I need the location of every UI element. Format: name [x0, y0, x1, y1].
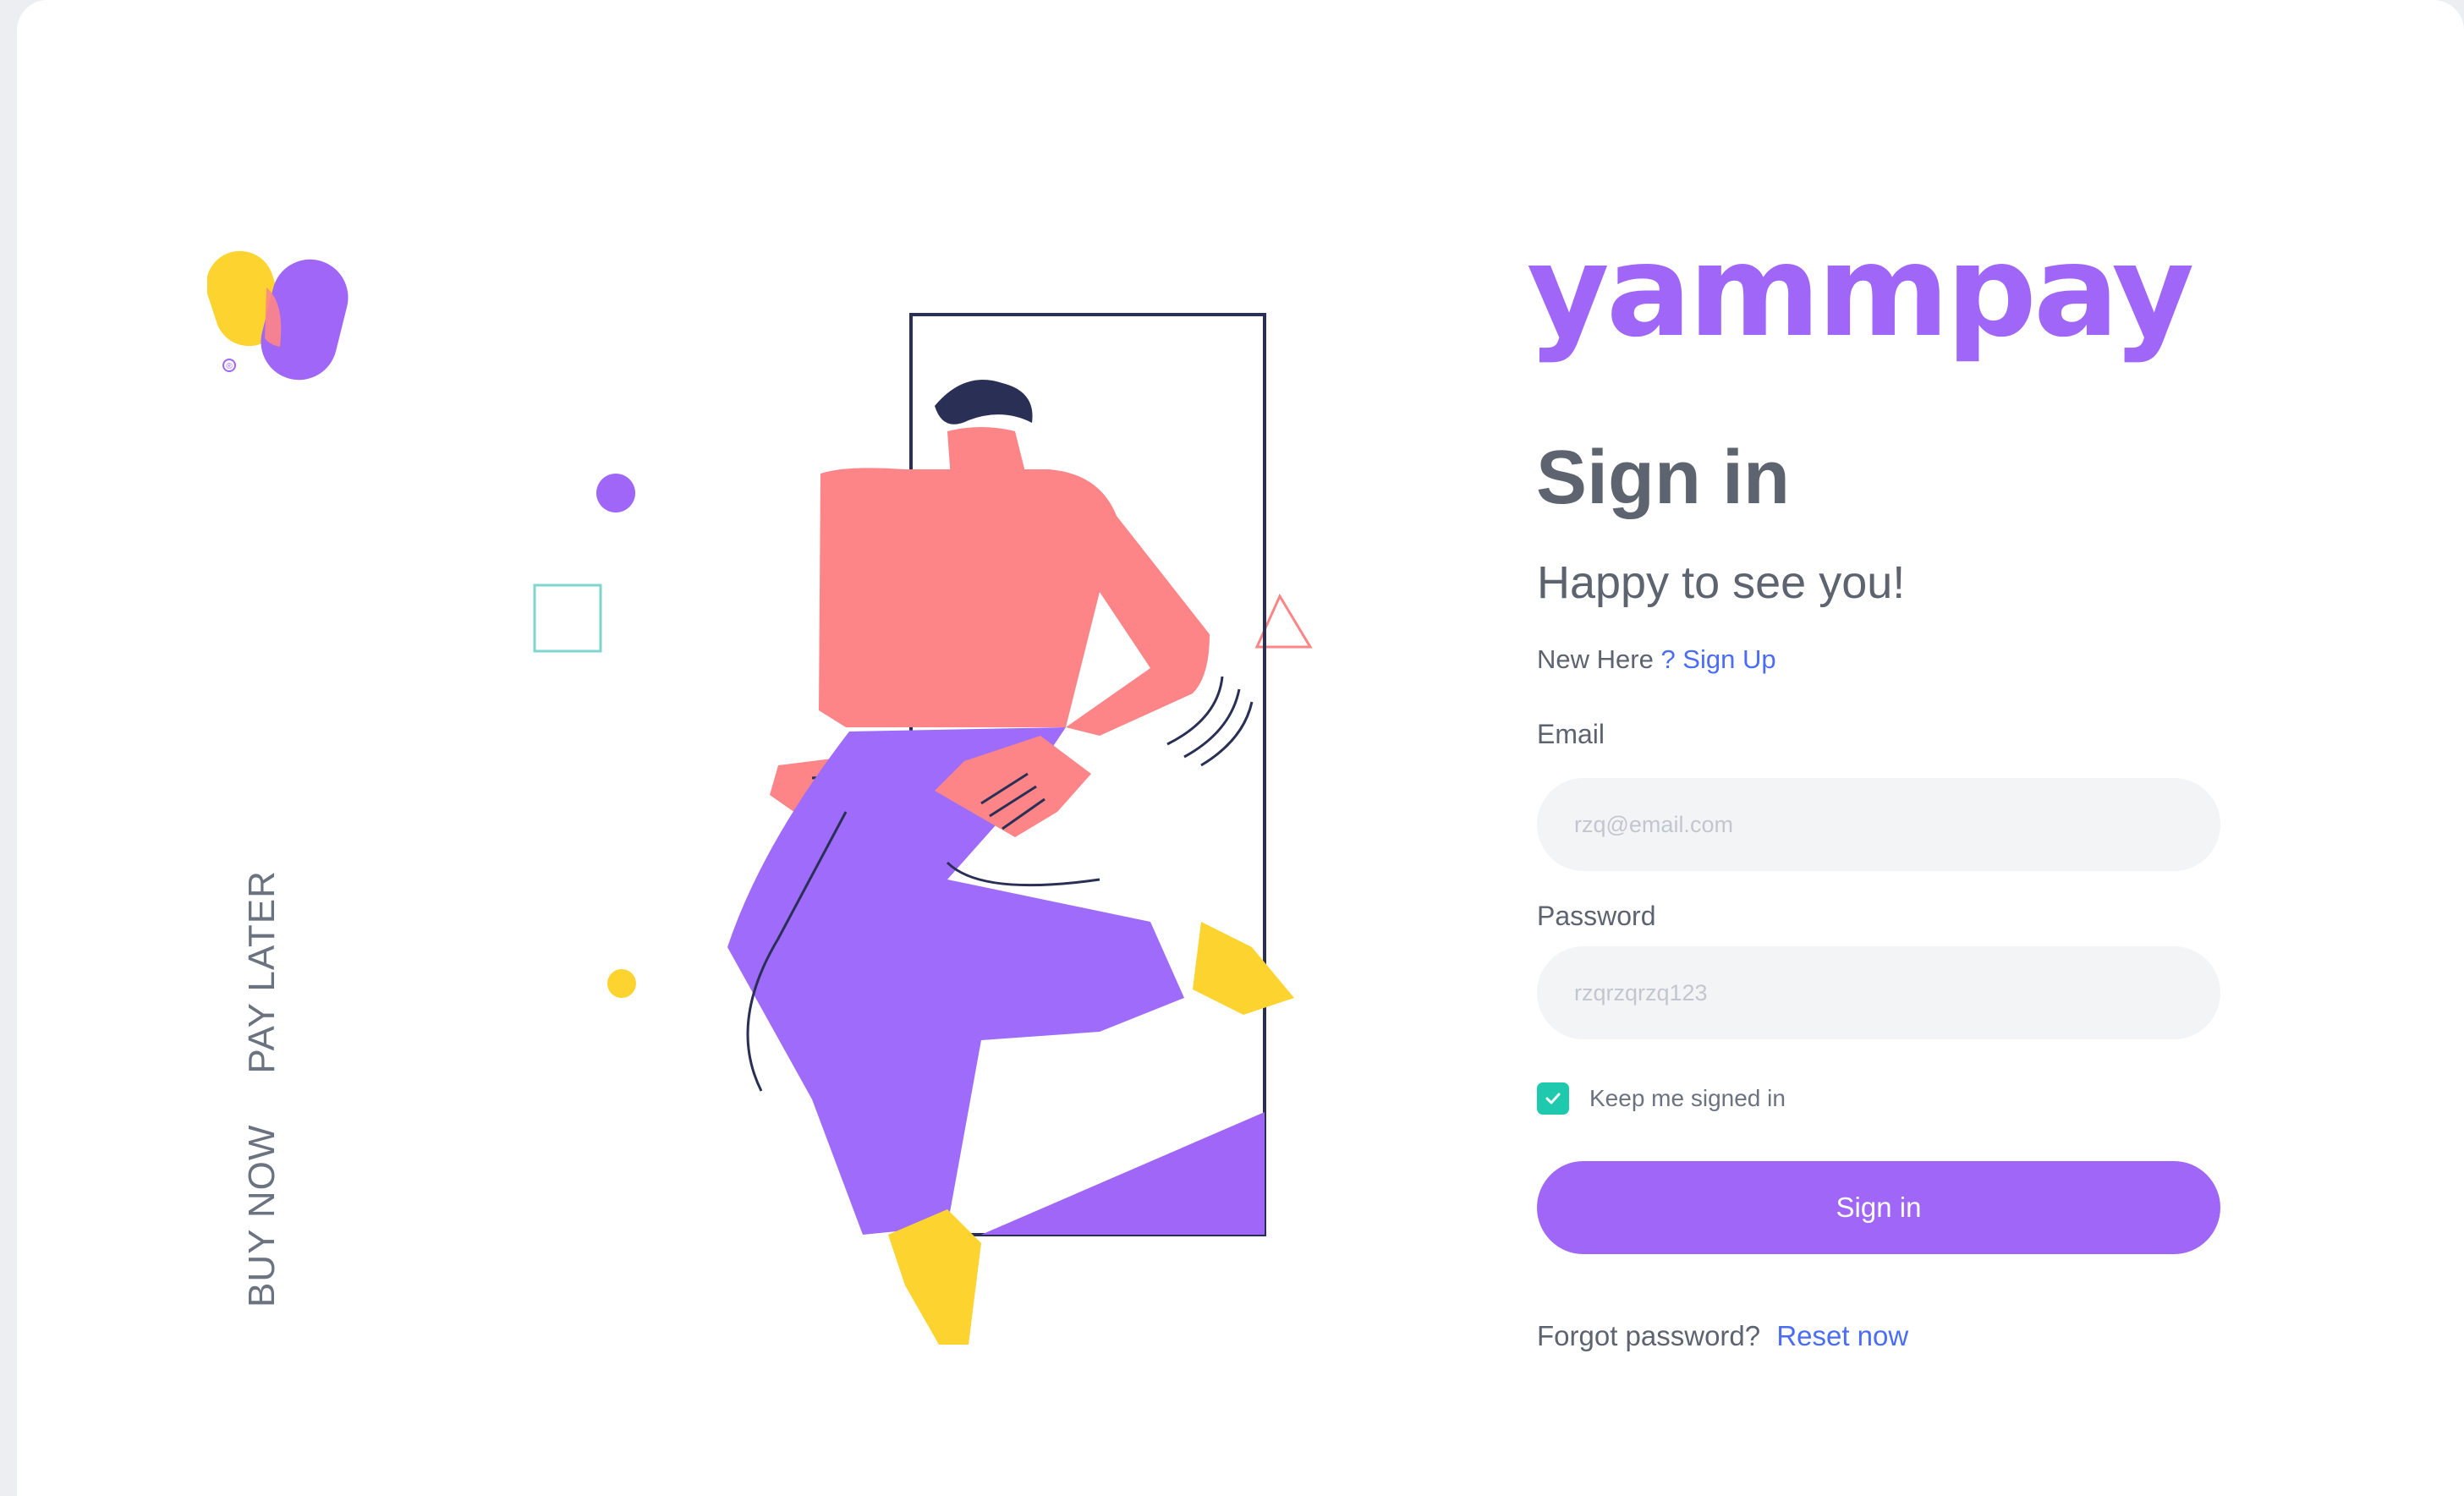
brand-tagline: BUY NOW PAY LATER — [241, 870, 283, 1307]
email-field[interactable] — [1537, 778, 2220, 871]
decor-yellow-dot — [607, 969, 636, 998]
password-label: Password — [1537, 901, 1656, 931]
check-icon — [1545, 1093, 1561, 1104]
reset-password-link[interactable]: Reset now — [1776, 1320, 1908, 1351]
forgot-password-text: Forgot password? — [1537, 1320, 1761, 1351]
login-card: ® BUY NOW PAY LATER yammpay Sign in Happ… — [17, 0, 2464, 1496]
keep-signed-in-checkbox[interactable] — [1537, 1082, 1569, 1115]
new-here-text: New Here — [1537, 644, 1654, 674]
keep-signed-in-label: Keep me signed in — [1589, 1085, 1786, 1111]
keep-signed-in-row: Keep me signed in — [1537, 1082, 1786, 1115]
decor-square — [533, 584, 602, 653]
password-field[interactable] — [1537, 946, 2220, 1039]
signup-link[interactable]: ? Sign Up — [1660, 644, 1775, 674]
email-label: Email — [1537, 719, 1605, 749]
decor-purple-dot — [596, 474, 635, 512]
forgot-password-row: Forgot password? Reset now — [1537, 1320, 1908, 1352]
hero-illustration — [533, 313, 1313, 1345]
door-floor-shadow — [981, 1112, 1265, 1235]
svg-text:®: ® — [226, 362, 233, 371]
page-subtitle: Happy to see you! — [1537, 557, 1906, 608]
brand-logo-icon: ® — [207, 250, 348, 381]
tagline-buy-now: BUY NOW — [241, 1124, 283, 1307]
sign-in-button[interactable]: Sign in — [1537, 1161, 2220, 1254]
brand-wordmark: yammpay — [1527, 218, 2194, 365]
page-title: Sign in — [1536, 436, 1790, 520]
tagline-pay-later: PAY LATER — [241, 870, 283, 1074]
signup-prompt: New Here ? Sign Up — [1537, 644, 1776, 675]
